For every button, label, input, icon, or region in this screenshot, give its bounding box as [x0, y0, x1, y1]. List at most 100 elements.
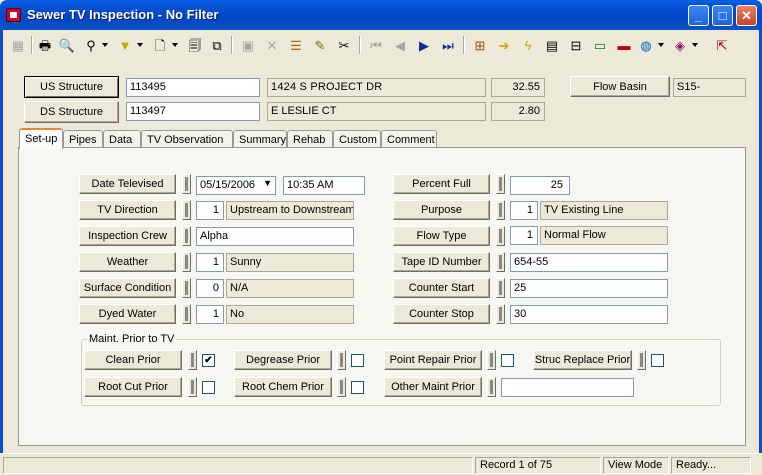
date-televised-time-field[interactable]: 10:35 AM — [283, 176, 365, 195]
inspection-crew-selector[interactable] — [182, 226, 191, 246]
flow-type-label[interactable]: Flow Type — [393, 226, 490, 246]
last-record-icon[interactable]: ⏭ — [438, 35, 458, 55]
ds-structure-id-field[interactable]: 113497 — [126, 102, 260, 121]
degrease-prior-selector[interactable] — [337, 350, 346, 370]
struc-replace-prior-selector[interactable] — [637, 350, 646, 370]
counter-stop-selector[interactable] — [496, 304, 505, 324]
root-chem-prior-label[interactable]: Root Chem Prior — [234, 377, 332, 397]
copy-icon[interactable]: ⧉ — [207, 35, 227, 55]
tab-summary[interactable]: Summary — [233, 130, 287, 148]
lightning-icon[interactable]: ϟ — [518, 35, 538, 55]
clean-prior-checkbox[interactable]: ✔ — [202, 354, 215, 367]
stack-icon[interactable]: ☰ — [286, 35, 306, 55]
us-structure-id-field[interactable]: 113495 — [126, 78, 260, 97]
next-record-icon[interactable]: ▶ — [414, 35, 434, 55]
purpose-selector[interactable] — [496, 200, 505, 220]
tv-direction-selector[interactable] — [182, 200, 191, 220]
binoculars-icon[interactable]: ⚲ — [81, 35, 101, 55]
map-icon[interactable]: ▤ — [542, 35, 562, 55]
tab-custom[interactable]: Custom — [333, 130, 381, 148]
degrease-prior-label[interactable]: Degrease Prior — [234, 350, 332, 370]
tab-pipes[interactable]: Pipes — [63, 130, 103, 148]
monitor-icon[interactable]: ▭ — [590, 35, 610, 55]
tv-direction-label[interactable]: TV Direction — [79, 200, 176, 220]
books-dropdown-icon[interactable] — [692, 43, 698, 47]
other-maint-prior-field[interactable] — [501, 378, 634, 397]
counter-start-label[interactable]: Counter Start — [393, 278, 490, 298]
filter-dropdown-icon[interactable] — [137, 43, 143, 47]
date-televised-date-field[interactable]: 05/15/2006 ▼ — [196, 176, 276, 195]
pencil-icon[interactable]: ✎ — [310, 35, 330, 55]
us-structure-button[interactable]: US Structure — [24, 76, 119, 98]
date-televised-label[interactable]: Date Televised — [79, 174, 176, 194]
surface-condition-code[interactable]: 0 — [196, 279, 224, 298]
tv-direction-code[interactable]: 1 — [196, 201, 224, 220]
clean-prior-selector[interactable] — [188, 350, 197, 370]
dyed-water-selector[interactable] — [182, 304, 191, 324]
percent-full-label[interactable]: Percent Full — [393, 174, 490, 194]
title-bar[interactable]: Sewer TV Inspection - No Filter _ □ ✕ — [0, 0, 762, 30]
purpose-code[interactable]: 1 — [510, 201, 538, 220]
flow-type-code[interactable]: 1 — [510, 226, 538, 245]
first-record-icon[interactable]: ⏮ — [366, 35, 386, 55]
arrow-right-icon[interactable]: ➔ — [494, 35, 514, 55]
print-preview-icon[interactable]: 🔍 — [57, 35, 77, 55]
counter-stop-field[interactable]: 30 — [510, 305, 668, 324]
inspection-crew-label[interactable]: Inspection Crew — [79, 226, 176, 246]
tree-icon[interactable]: ⊟ — [566, 35, 586, 55]
books-icon[interactable]: ◈ — [670, 35, 690, 55]
scissors-icon[interactable]: ✂ — [334, 35, 354, 55]
previous-record-icon[interactable]: ◀ — [390, 35, 410, 55]
tape-id-label[interactable]: Tape ID Number — [393, 252, 490, 272]
dyed-water-code[interactable]: 1 — [196, 305, 224, 324]
inspection-crew-field[interactable]: Alpha — [196, 227, 354, 246]
percent-full-selector[interactable] — [496, 174, 505, 194]
tab-setup[interactable]: Set-up — [19, 128, 63, 149]
maximize-button[interactable]: □ — [712, 5, 733, 26]
dyed-water-label[interactable]: Dyed Water — [79, 304, 176, 324]
root-cut-prior-checkbox[interactable] — [202, 381, 215, 394]
degrease-prior-checkbox[interactable] — [351, 354, 364, 367]
properties-icon[interactable]: 🗐 — [185, 35, 205, 55]
purpose-label[interactable]: Purpose — [393, 200, 490, 220]
weather-label[interactable]: Weather — [79, 252, 176, 272]
root-chem-prior-selector[interactable] — [337, 377, 346, 397]
new-record-icon[interactable]: 🗋 — [150, 35, 170, 55]
root-cut-prior-selector[interactable] — [188, 377, 197, 397]
tab-comment[interactable]: Comment — [381, 130, 437, 148]
point-repair-prior-label[interactable]: Point Repair Prior — [384, 350, 482, 370]
flow-basin-button[interactable]: Flow Basin — [570, 76, 670, 97]
chevron-down-icon[interactable]: ▼ — [263, 178, 272, 188]
surface-condition-selector[interactable] — [182, 278, 191, 298]
grid-icon[interactable]: ▦ — [8, 35, 28, 55]
tab-tv-observation[interactable]: TV Observation — [141, 130, 233, 148]
other-maint-prior-selector[interactable] — [487, 377, 496, 397]
point-repair-prior-checkbox[interactable] — [501, 354, 514, 367]
globe-dropdown-icon[interactable] — [658, 43, 664, 47]
tape-id-selector[interactable] — [496, 252, 505, 272]
date-televised-selector[interactable] — [182, 174, 191, 194]
tab-rehab[interactable]: Rehab — [287, 130, 333, 148]
ds-structure-button[interactable]: DS Structure — [24, 101, 119, 123]
root-cut-prior-label[interactable]: Root Cut Prior — [84, 377, 182, 397]
percent-full-field[interactable]: 25 — [510, 176, 570, 195]
tab-data[interactable]: Data — [103, 130, 141, 148]
new-record-dropdown-icon[interactable] — [172, 43, 178, 47]
other-maint-prior-label[interactable]: Other Maint Prior — [384, 377, 482, 397]
close-button[interactable]: ✕ — [736, 5, 757, 26]
print-icon[interactable]: 🖶 — [35, 35, 55, 55]
minimize-button[interactable]: _ — [688, 5, 709, 26]
counter-stop-label[interactable]: Counter Stop — [393, 304, 490, 324]
exit-icon[interactable]: ⇱ — [712, 35, 732, 55]
struc-replace-prior-checkbox[interactable] — [651, 354, 664, 367]
weather-selector[interactable] — [182, 252, 191, 272]
surface-condition-label[interactable]: Surface Condition — [79, 278, 176, 298]
struc-replace-prior-label[interactable]: Struc Replace Prior — [533, 350, 632, 370]
counter-start-field[interactable]: 25 — [510, 279, 668, 298]
goto-icon[interactable]: ⊞ — [470, 35, 490, 55]
flow-type-selector[interactable] — [496, 226, 505, 246]
save-icon[interactable]: ▣ — [238, 35, 258, 55]
tape-id-field[interactable]: 654-55 — [510, 253, 668, 272]
globe-icon[interactable]: ◍ — [636, 35, 656, 55]
point-repair-prior-selector[interactable] — [487, 350, 496, 370]
